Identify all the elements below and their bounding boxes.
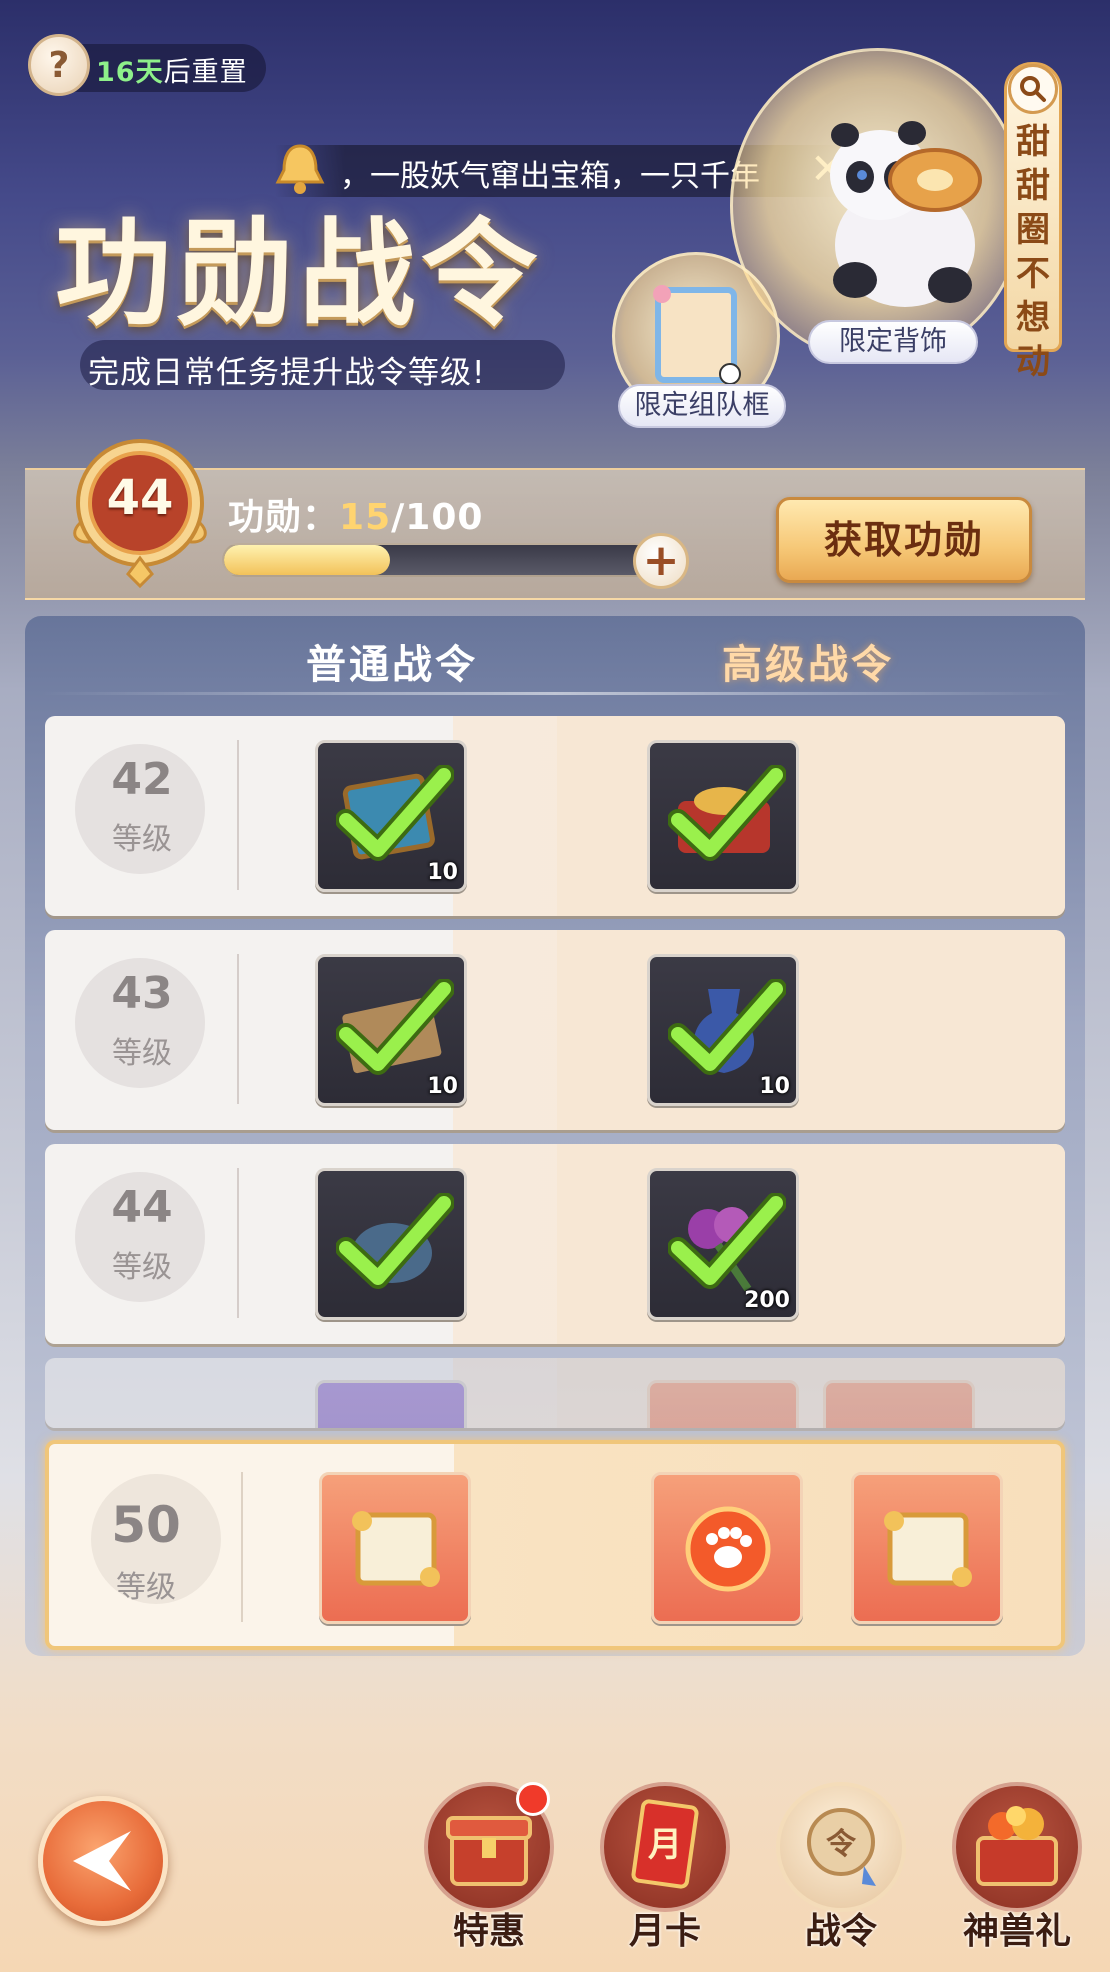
team-frame-image bbox=[653, 285, 741, 385]
get-merit-button[interactable]: 获取功勋 bbox=[776, 497, 1032, 583]
claimed-check-icon bbox=[336, 765, 454, 861]
side-tab-label: 甜甜圈不想动 bbox=[1016, 122, 1050, 382]
merit-current: 15 bbox=[339, 497, 392, 538]
row-level-label: 等级 bbox=[112, 1036, 172, 1071]
header-divider bbox=[40, 692, 1070, 695]
row-level-label: 等级 bbox=[116, 1570, 176, 1605]
reward-quantity: 200 bbox=[744, 1288, 790, 1313]
premium-cell-bg bbox=[557, 716, 1065, 916]
reward-row-42: 42 等级 10 bbox=[45, 716, 1065, 916]
merit-label: 功勋： bbox=[228, 497, 340, 538]
normal-reward-slot[interactable] bbox=[319, 1472, 471, 1624]
column-header-normal-pass: 普通战令 bbox=[306, 642, 478, 688]
notification-dot bbox=[516, 1782, 550, 1816]
claimed-check-icon bbox=[336, 1193, 454, 1289]
merit-progress-text: 功勋：15/100 bbox=[228, 488, 483, 540]
month-card-icon: 月 bbox=[631, 1799, 699, 1889]
premium-reward-slot[interactable] bbox=[647, 1380, 799, 1428]
reset-days: 16天 bbox=[96, 57, 164, 88]
row-level-label: 等级 bbox=[112, 1250, 172, 1285]
row-level-number: 42 bbox=[111, 754, 173, 805]
premium-cell-bg bbox=[557, 930, 1065, 1130]
panda-backpiece-image bbox=[830, 121, 982, 307]
nav-icon-bg bbox=[952, 1782, 1082, 1912]
row-divider bbox=[241, 1472, 243, 1622]
level-block: 42 等级 bbox=[73, 754, 211, 878]
search-icon[interactable] bbox=[1008, 64, 1058, 114]
normal-reward-slot[interactable] bbox=[315, 1168, 467, 1320]
limited-backpiece-tag: 限定背饰 bbox=[808, 320, 978, 364]
back-arrow-icon bbox=[73, 1831, 131, 1891]
battle-pass-token-icon: 令 bbox=[807, 1808, 876, 1886]
nav-label: 战令 bbox=[804, 1911, 877, 1952]
nav-monthly-card[interactable]: 月 月卡 bbox=[600, 1782, 730, 1957]
merit-progress-fill bbox=[224, 545, 390, 575]
reset-suffix: 后重置 bbox=[163, 57, 248, 88]
claimed-check-icon bbox=[668, 1193, 786, 1289]
row-level-number: 44 bbox=[111, 1182, 173, 1233]
row-divider bbox=[237, 954, 239, 1104]
row-level-number: 43 bbox=[111, 968, 173, 1019]
nav-icon-bg: 月 bbox=[600, 1782, 730, 1912]
treasure-box-icon bbox=[976, 1806, 1058, 1886]
page-title: 功勋战令 bbox=[55, 206, 543, 342]
premium-reward-slot[interactable] bbox=[823, 1380, 975, 1428]
nav-label: 月卡 bbox=[628, 1911, 701, 1952]
reward-row-partial bbox=[45, 1358, 1065, 1428]
normal-reward-slot[interactable]: 10 bbox=[315, 740, 467, 892]
premium-reward-slot[interactable] bbox=[851, 1472, 1003, 1624]
help-icon[interactable]: ? bbox=[28, 34, 90, 96]
subtitle: 完成日常任务提升战令等级! bbox=[88, 355, 486, 391]
reset-timer-text: 16天后重置 bbox=[96, 50, 248, 89]
premium-reward-slot[interactable]: 10 bbox=[647, 954, 799, 1106]
current-level: 44 bbox=[106, 470, 174, 526]
nav-label: 神兽礼 bbox=[962, 1911, 1071, 1952]
nav-battle-pass[interactable]: 令 战令 bbox=[776, 1782, 906, 1957]
premium-reward-slot[interactable] bbox=[651, 1472, 803, 1624]
normal-reward-slot[interactable]: 10 bbox=[315, 954, 467, 1106]
magnifier-icon bbox=[1020, 76, 1046, 102]
nav-icon-bg-active: 令 bbox=[776, 1782, 906, 1912]
normal-reward-slot[interactable] bbox=[315, 1380, 467, 1428]
reward-row-44: 44 等级 200 bbox=[45, 1144, 1065, 1344]
level-block: 43 等级 bbox=[73, 968, 211, 1092]
svg-text:令: 令 bbox=[826, 1827, 857, 1862]
nav-label: 特惠 bbox=[452, 1911, 525, 1952]
scroll-item-icon bbox=[352, 1511, 440, 1587]
merit-max: /100 bbox=[391, 497, 484, 538]
reward-row-43: 43 等级 10 10 bbox=[45, 930, 1065, 1130]
reward-quantity: 10 bbox=[427, 1074, 458, 1099]
claimed-check-icon bbox=[668, 765, 786, 861]
limited-frame-tag: 限定组队框 bbox=[618, 384, 786, 428]
row-level-label: 等级 bbox=[112, 822, 172, 857]
row-level-number: 50 bbox=[111, 1496, 181, 1554]
reward-row-50: 50 等级 bbox=[45, 1440, 1065, 1650]
row-divider bbox=[237, 740, 239, 890]
premium-cell-bg bbox=[557, 1358, 1065, 1428]
paw-orb-item-icon bbox=[685, 1506, 771, 1592]
claimed-check-icon bbox=[668, 979, 786, 1075]
column-header-premium-pass: 高级战令 bbox=[722, 642, 894, 688]
nav-divine-beast-gift[interactable]: 神兽礼 bbox=[952, 1782, 1082, 1957]
premium-cell-bg bbox=[557, 1144, 1065, 1344]
premium-reward-slot[interactable]: 200 bbox=[647, 1168, 799, 1320]
nav-special-offer[interactable]: 特惠 bbox=[424, 1782, 554, 1957]
reward-quantity: 10 bbox=[427, 860, 458, 885]
level-block: 44 等级 bbox=[73, 1182, 211, 1306]
reward-quantity: 10 bbox=[759, 1074, 790, 1099]
svg-text:月: 月 bbox=[648, 1825, 682, 1865]
add-merit-button[interactable]: + bbox=[633, 533, 689, 589]
scroll-item-icon bbox=[884, 1511, 972, 1587]
back-button[interactable] bbox=[38, 1796, 168, 1926]
row-divider bbox=[237, 1168, 239, 1318]
premium-reward-slot[interactable] bbox=[647, 740, 799, 892]
claimed-check-icon bbox=[336, 979, 454, 1075]
